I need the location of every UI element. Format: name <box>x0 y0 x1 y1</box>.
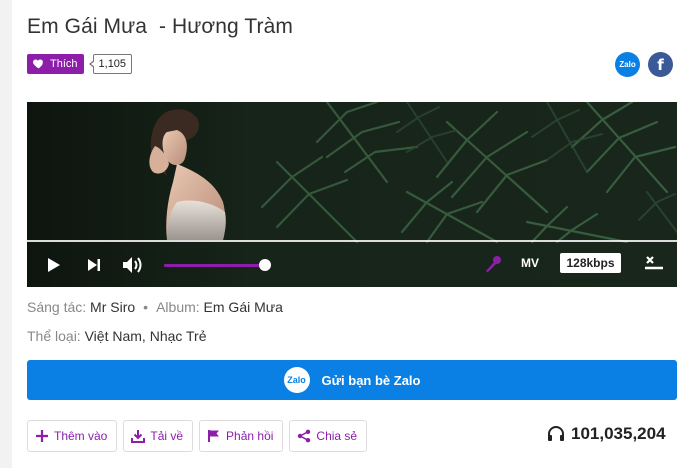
composer-link[interactable]: Mr Siro <box>90 299 135 315</box>
send-zalo-button[interactable]: Zalo Gửi bạn bè Zalo <box>27 360 677 400</box>
song-title: Em Gái Mưa - Hương Tràm <box>27 15 293 38</box>
heart-icon <box>32 57 45 70</box>
next-button[interactable] <box>83 254 105 276</box>
quality-selector[interactable]: 128kbps <box>560 253 621 273</box>
listen-count: 101,035,204 <box>547 424 666 444</box>
facebook-share-button[interactable]: f <box>648 52 673 77</box>
zalo-icon: Zalo <box>283 367 310 393</box>
like-label: Thích <box>50 57 78 70</box>
composer-label: Sáng tác: <box>27 299 87 315</box>
like-group: Thích 1,105 <box>27 53 133 74</box>
next-icon <box>88 259 100 271</box>
play-button[interactable] <box>43 254 65 276</box>
volume-icon <box>123 257 142 273</box>
mv-button[interactable]: MV <box>521 256 539 270</box>
progress-bar[interactable] <box>27 240 677 242</box>
share-top-group: Zalo f <box>615 52 673 77</box>
listen-count-value: 101,035,204 <box>571 424 666 443</box>
flag-icon <box>208 430 220 442</box>
song-genres: Thể loại: Việt Nam, Nhạc Trẻ <box>27 328 207 344</box>
download-button[interactable]: Tải về <box>123 420 194 452</box>
like-button[interactable]: Thích <box>27 53 84 74</box>
download-icon <box>131 430 146 443</box>
zalo-share-button[interactable]: Zalo <box>615 52 640 77</box>
volume-button[interactable] <box>121 253 145 277</box>
album-link[interactable]: Em Gái Mưa <box>204 299 283 315</box>
add-to-playlist-button[interactable]: Thêm vào <box>27 420 118 452</box>
like-count: 1,105 <box>88 53 133 74</box>
genre-link-nhac-tre[interactable]: Nhạc Trẻ <box>150 328 207 344</box>
song-actions: Thêm vào Tải về Phản hồi Chia sẻ <box>27 420 373 452</box>
page-left-gutter <box>0 0 12 468</box>
share-button[interactable]: Chia sẻ <box>289 420 368 452</box>
karaoke-mic-icon <box>486 256 501 273</box>
feedback-label: Phản hồi <box>226 429 274 443</box>
feedback-button[interactable]: Phản hồi <box>199 420 284 452</box>
karaoke-button[interactable] <box>482 253 504 275</box>
fullscreen-exit-icon <box>645 256 663 270</box>
genre-link-vietnam[interactable]: Việt Nam <box>85 328 142 344</box>
share-icon <box>298 429 311 443</box>
play-icon <box>48 258 60 272</box>
genre-label: Thể loại: <box>27 328 81 344</box>
share-label: Chia sẻ <box>316 429 358 443</box>
volume-level <box>164 264 264 267</box>
minimize-player-button[interactable] <box>641 251 667 275</box>
volume-handle[interactable] <box>259 259 271 271</box>
media-player: MV 128kbps <box>27 102 677 287</box>
volume-slider[interactable] <box>164 264 264 267</box>
download-label: Tải về <box>150 429 184 443</box>
headphones-icon <box>548 426 564 441</box>
add-label: Thêm vào <box>54 429 108 443</box>
song-credits: Sáng tác: Mr Siro • Album: Em Gái Mưa <box>27 299 283 315</box>
album-label: Album: <box>156 299 200 315</box>
send-zalo-label: Gửi bạn bè Zalo <box>321 372 421 388</box>
plus-icon <box>36 430 48 442</box>
